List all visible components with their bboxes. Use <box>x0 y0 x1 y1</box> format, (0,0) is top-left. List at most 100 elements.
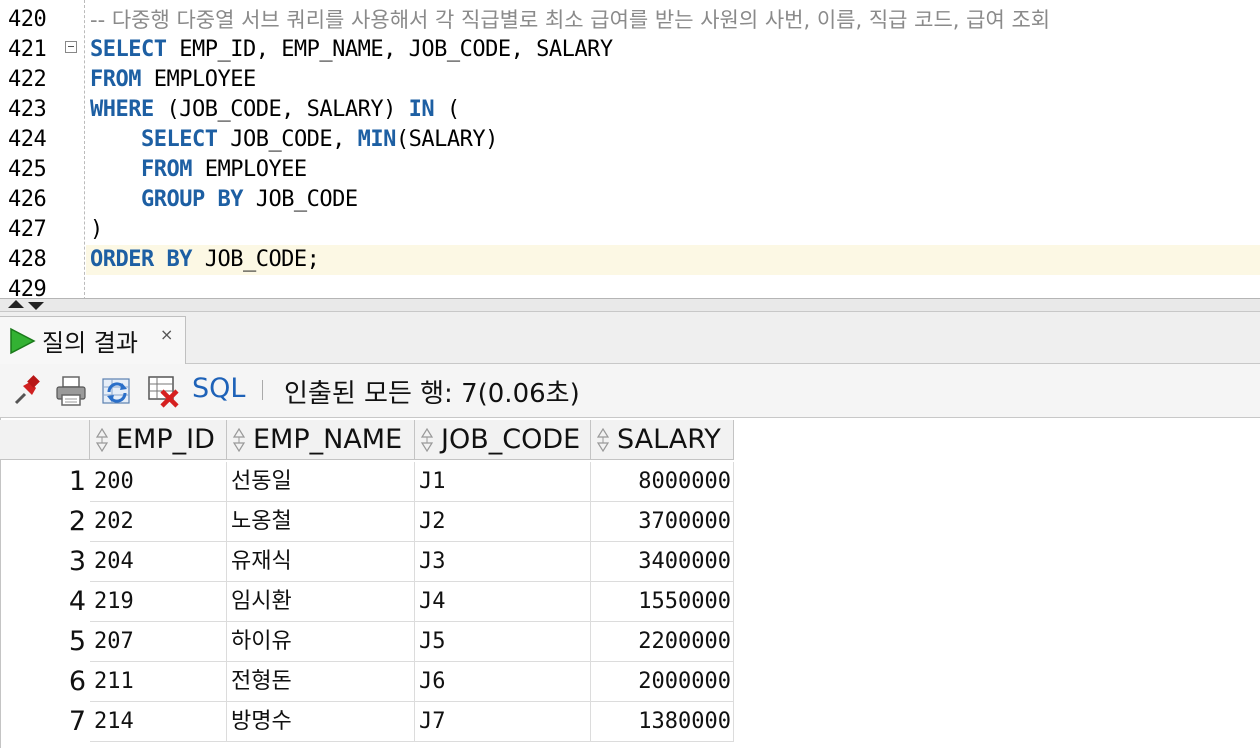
cell-job-code[interactable]: J6 <box>415 662 591 702</box>
row-number[interactable]: 5 <box>0 622 86 662</box>
code-line[interactable]: FROM EMPLOYEE <box>90 65 256 95</box>
cell-emp-id[interactable]: 200 <box>90 462 227 502</box>
sql-keyword: ORDER BY <box>90 247 192 272</box>
sql-button[interactable]: SQL <box>192 373 245 404</box>
tab-query-result[interactable]: 질의 결과 × <box>0 316 186 364</box>
sort-icon[interactable] <box>232 428 246 452</box>
cell-emp-name[interactable]: 선동일 <box>227 462 415 502</box>
cell-salary[interactable]: 3700000 <box>591 502 734 542</box>
sql-keyword: MIN <box>357 127 397 152</box>
sql-text: EMP_ID, EMP_NAME, JOB_CODE, SALARY <box>166 37 613 62</box>
sort-icon[interactable] <box>596 428 610 452</box>
fetch-status: 인출된 모든 행: 7(0.06초) <box>284 379 580 409</box>
column-header-label: SALARY <box>617 424 721 455</box>
sql-keyword: SELECT <box>90 37 167 62</box>
sql-keyword: SELECT <box>140 127 218 152</box>
cell-job-code[interactable]: J4 <box>415 582 591 622</box>
sql-keyword: FROM <box>90 67 141 92</box>
cell-emp-name[interactable]: 하이유 <box>227 622 415 662</box>
sql-editor[interactable]: 420 421 422 423 424 425 426 427 428 429 -- 다중행 다중… <box>0 0 1260 300</box>
sql-text: EMPLOYEE <box>191 157 307 182</box>
sql-text: (JOB_CODE, SALARY) <box>153 97 409 122</box>
line-number-gutter: 420 421 422 423 424 425 426 427 428 429 <box>0 0 62 300</box>
cell-emp-name[interactable]: 임시환 <box>227 582 415 622</box>
code-line[interactable]: WHERE (JOB_CODE, SALARY) IN ( <box>90 95 460 125</box>
code-line[interactable]: SELECT EMP_ID, EMP_NAME, JOB_CODE, SALAR… <box>90 35 613 65</box>
code-line[interactable]: -- 다중행 다중열 서브 쿼리를 사용해서 각 직급별로 최소 급여를 받는 … <box>90 5 1050 35</box>
row-number[interactable]: 2 <box>0 502 86 542</box>
column-header-job-code[interactable]: JOB_CODE <box>415 420 591 460</box>
cell-salary[interactable]: 1550000 <box>591 582 734 622</box>
column-header-label: EMP_ID <box>116 424 215 455</box>
results-tab-strip <box>0 312 1260 364</box>
sql-text: JOB_CODE, <box>217 127 358 152</box>
column-header-label: JOB_CODE <box>441 424 581 455</box>
row-number[interactable]: 4 <box>0 582 86 622</box>
line-number: 420 <box>8 7 47 32</box>
cell-salary[interactable]: 2000000 <box>591 662 734 702</box>
sql-text: ) <box>90 217 103 242</box>
code-line[interactable]: FROM EMPLOYEE <box>90 155 307 185</box>
sql-keyword: WHERE <box>90 97 154 122</box>
column-header-emp-id[interactable]: EMP_ID <box>90 420 227 460</box>
cell-job-code[interactable]: J1 <box>415 462 591 502</box>
delete-icon[interactable] <box>146 374 180 408</box>
line-number: 427 <box>8 217 47 242</box>
code-line[interactable]: ORDER BY JOB_CODE; <box>90 245 320 275</box>
row-number[interactable]: 6 <box>0 662 86 702</box>
sql-comment: -- 다중행 다중열 서브 쿼리를 사용해서 각 직급별로 최소 급여를 받는 … <box>90 8 1051 32</box>
fold-guide <box>84 0 85 300</box>
row-number[interactable]: 1 <box>0 462 86 502</box>
cell-emp-name[interactable]: 노옹철 <box>227 502 415 542</box>
sort-icon[interactable] <box>95 428 109 452</box>
cell-salary[interactable]: 2200000 <box>591 622 734 662</box>
toolbar-separator <box>262 380 263 400</box>
grid-corner <box>0 420 90 460</box>
refresh-icon[interactable] <box>100 374 134 408</box>
line-number: 421 <box>8 37 47 62</box>
cell-salary[interactable]: 8000000 <box>591 462 734 502</box>
code-line[interactable]: ) <box>90 215 103 245</box>
pin-icon[interactable] <box>10 374 44 408</box>
cell-emp-name[interactable]: 유재식 <box>227 542 415 582</box>
sql-text: ( <box>434 97 460 122</box>
cell-job-code[interactable]: J2 <box>415 502 591 542</box>
sql-text: JOB_CODE; <box>191 247 320 272</box>
results-grid: EMP_ID EMP_NAME JOB_CODE SALARY 1 200 선동일 J1 800… <box>0 418 1260 748</box>
sort-icon[interactable] <box>420 428 434 452</box>
cell-salary[interactable]: 1380000 <box>591 702 734 742</box>
code-line[interactable]: SELECT JOB_CODE, MIN(SALARY) <box>90 125 498 155</box>
row-number[interactable]: 3 <box>0 542 86 582</box>
cell-emp-name[interactable]: 방명수 <box>227 702 415 742</box>
cell-job-code[interactable]: J3 <box>415 542 591 582</box>
sql-text: EMPLOYEE <box>140 67 256 92</box>
line-number: 423 <box>8 97 47 122</box>
cell-emp-name[interactable]: 전형돈 <box>227 662 415 702</box>
cell-emp-id[interactable]: 214 <box>90 702 227 742</box>
cell-salary[interactable]: 3400000 <box>591 542 734 582</box>
line-number: 426 <box>8 187 47 212</box>
column-header-salary[interactable]: SALARY <box>591 420 734 460</box>
sql-text: JOB_CODE <box>242 187 358 212</box>
cell-emp-id[interactable]: 202 <box>90 502 227 542</box>
row-number[interactable]: 7 <box>0 702 86 742</box>
cell-emp-id[interactable]: 207 <box>90 622 227 662</box>
column-header-emp-name[interactable]: EMP_NAME <box>227 420 415 460</box>
cell-emp-id[interactable]: 219 <box>90 582 227 622</box>
code-line[interactable]: GROUP BY JOB_CODE <box>90 185 358 215</box>
close-icon[interactable]: × <box>160 325 173 344</box>
line-number: 428 <box>8 247 47 272</box>
cell-emp-id[interactable]: 204 <box>90 542 227 582</box>
cell-job-code[interactable]: J5 <box>415 622 591 662</box>
splitter-bar[interactable] <box>0 298 1260 312</box>
line-number: 422 <box>8 67 47 92</box>
cell-emp-id[interactable]: 211 <box>90 662 227 702</box>
fold-collapse-icon[interactable] <box>65 41 77 53</box>
sql-keyword: IN <box>408 97 435 122</box>
tab-label: 질의 결과 <box>42 329 138 357</box>
cell-job-code[interactable]: J7 <box>415 702 591 742</box>
print-icon[interactable] <box>54 374 88 408</box>
